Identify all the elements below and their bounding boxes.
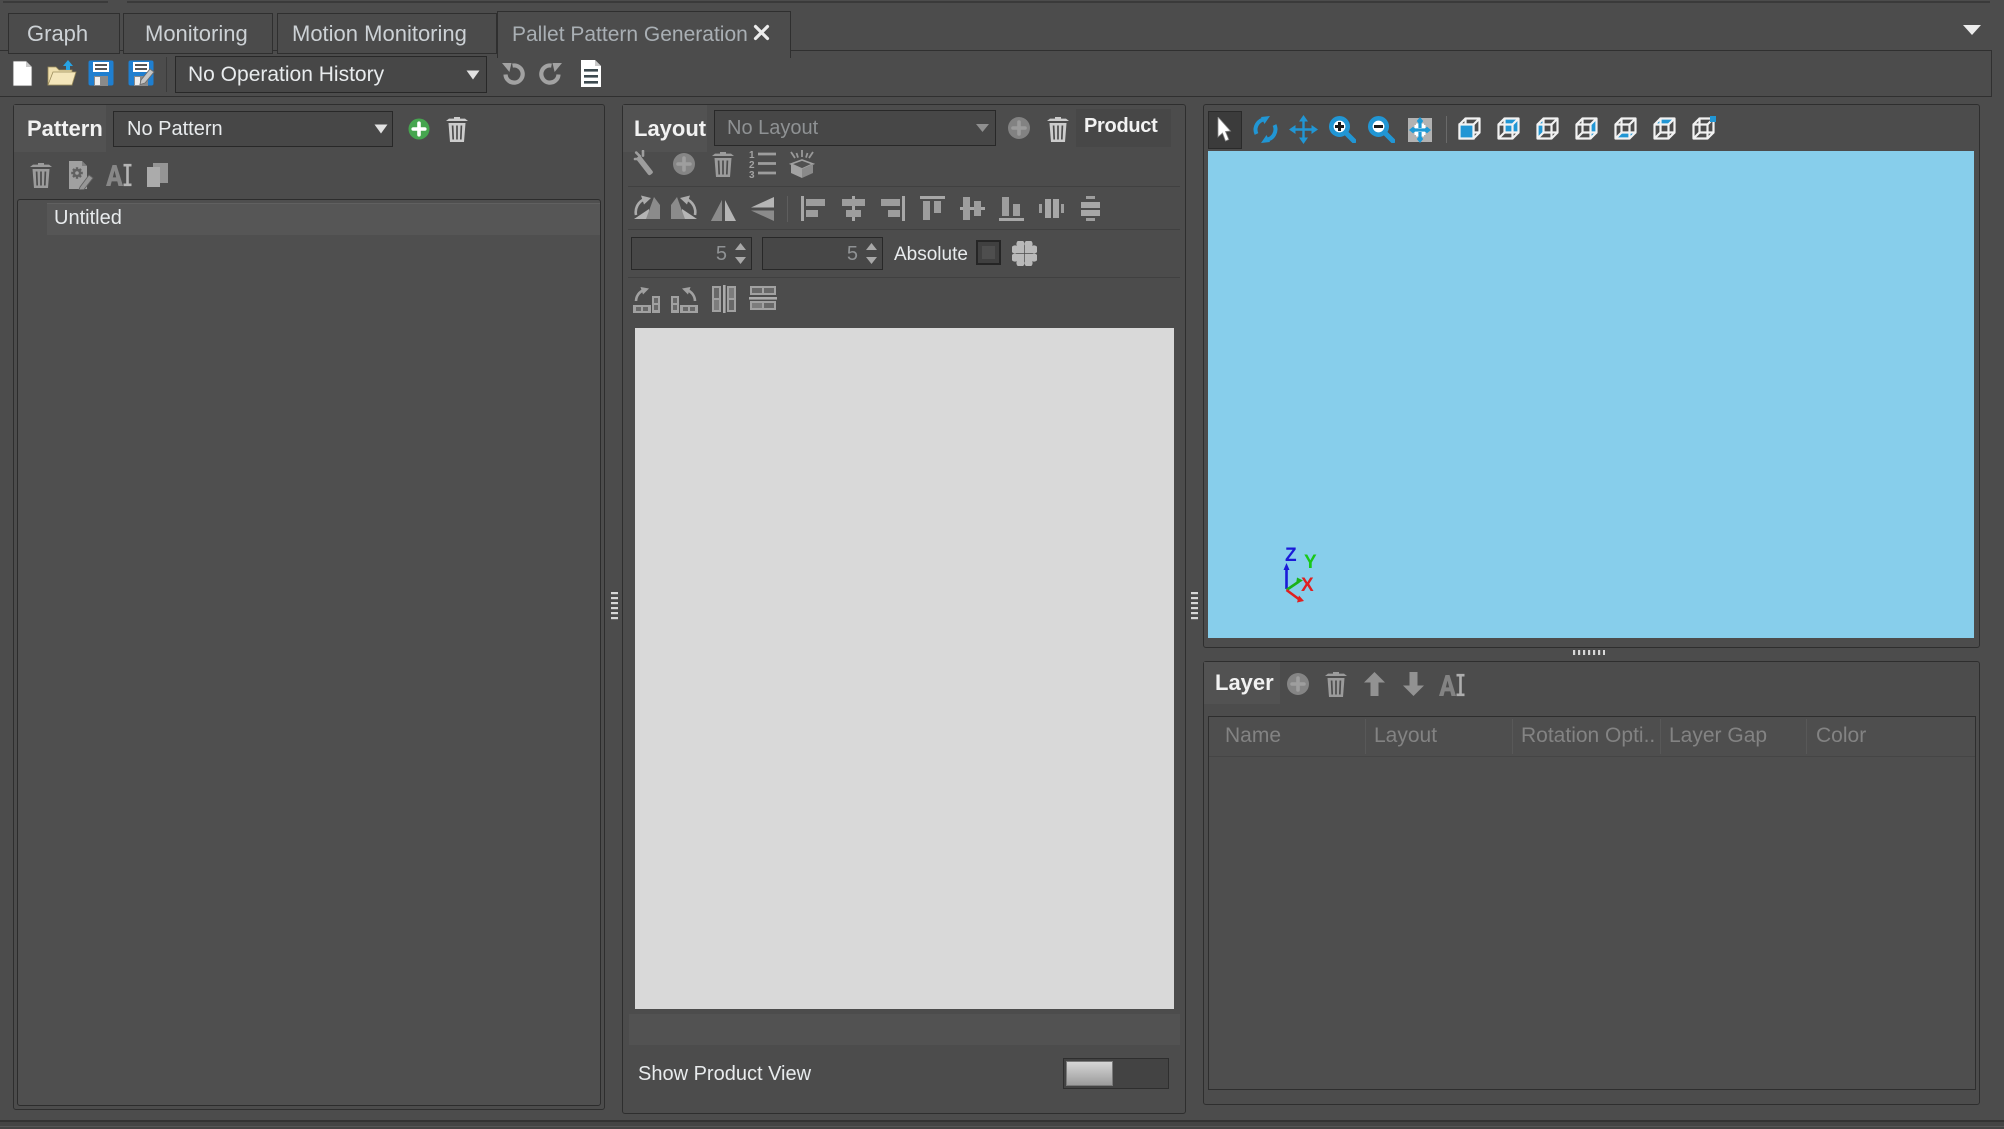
- svg-text:Z: Z: [1285, 545, 1297, 566]
- svg-text:X: X: [1301, 575, 1314, 596]
- svg-text:Y: Y: [1304, 552, 1317, 573]
- svg-text:3: 3: [749, 170, 755, 178]
